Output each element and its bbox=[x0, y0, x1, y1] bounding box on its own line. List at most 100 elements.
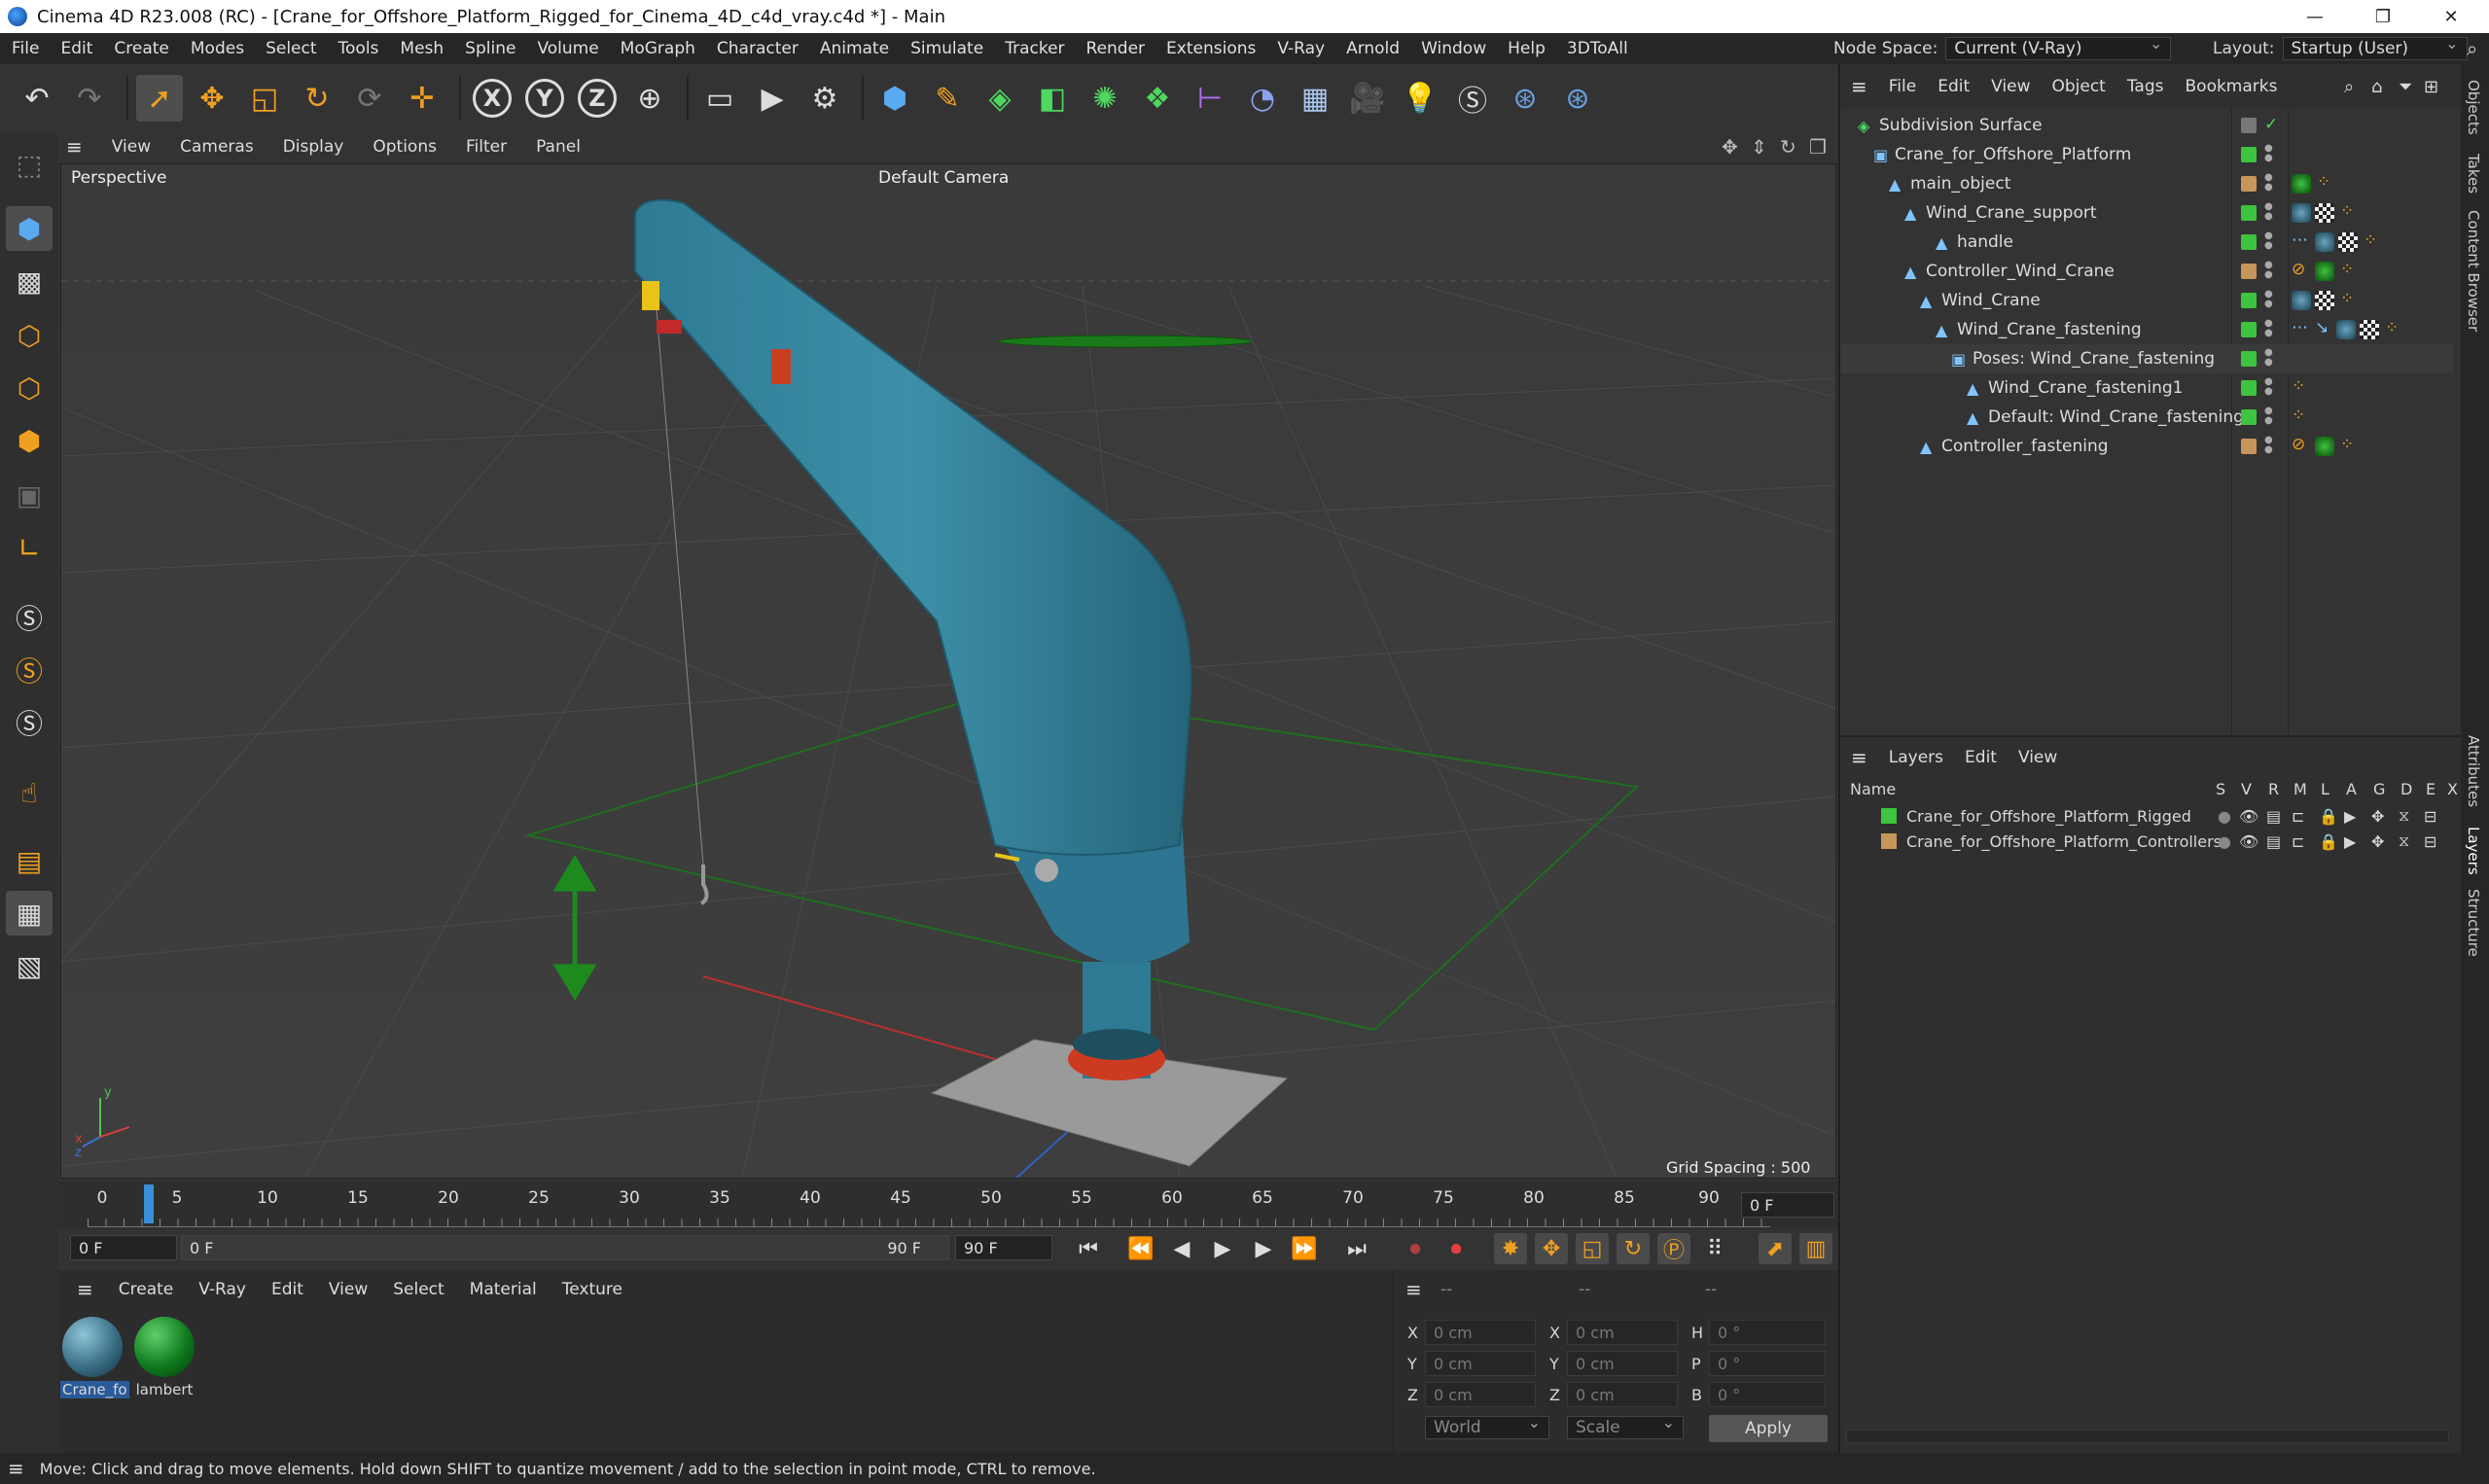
rot-b-field[interactable]: 0 ° bbox=[1709, 1382, 1826, 1407]
select-cursor-icon[interactable]: ➚ bbox=[136, 75, 183, 122]
key-rotation-icon[interactable]: ↻ bbox=[1617, 1233, 1650, 1264]
generator-icon[interactable]: ✥ bbox=[2371, 807, 2384, 826]
om-menu-view[interactable]: View bbox=[1980, 77, 2041, 96]
generator-icon[interactable]: ✥ bbox=[2371, 832, 2384, 851]
floor-icon[interactable]: ▦ bbox=[1292, 75, 1338, 122]
viewport-move-icon[interactable]: ✥ bbox=[1722, 135, 1738, 159]
home-icon[interactable]: ⌂ bbox=[2371, 77, 2382, 97]
constraint-tag-icon[interactable]: ⁘ bbox=[2292, 376, 2305, 396]
material-tag-icon[interactable] bbox=[2315, 232, 2334, 252]
current-frame-field[interactable]: 0 F bbox=[1741, 1192, 1834, 1218]
texture-tag-icon[interactable] bbox=[2360, 320, 2379, 339]
redo-icon[interactable]: ↷ bbox=[66, 75, 113, 122]
menu-spline[interactable]: Spline bbox=[454, 39, 526, 58]
layer-row[interactable]: Crane_for_Offshore_Platform_Rigged ● 👁 ▤… bbox=[1840, 803, 2453, 829]
size-x-field[interactable]: 0 cm bbox=[1567, 1320, 1678, 1345]
vray-icon[interactable]: Ⓢ bbox=[1449, 75, 1496, 122]
hamburger-icon[interactable]: ≡ bbox=[1840, 746, 1878, 769]
menu-tracker[interactable]: Tracker bbox=[994, 39, 1075, 58]
edge-mode-icon[interactable]: ⬡ bbox=[6, 366, 53, 410]
object-row[interactable]: ▲ Wind_Crane ● ● ⁘ bbox=[1840, 286, 2453, 315]
texture-tag-icon[interactable] bbox=[2315, 203, 2334, 223]
visibility-dots[interactable]: ● ● bbox=[2264, 202, 2273, 222]
layer-color-box[interactable] bbox=[2241, 351, 2257, 367]
cloner-icon[interactable]: ✺ bbox=[1082, 75, 1128, 122]
layer-color-box[interactable] bbox=[2241, 322, 2257, 337]
menu-volume[interactable]: Volume bbox=[526, 39, 609, 58]
layer-color-box[interactable] bbox=[2241, 293, 2257, 308]
size-z-field[interactable]: 0 cm bbox=[1567, 1382, 1678, 1407]
expression-icon[interactable]: ⊟ bbox=[2424, 832, 2436, 851]
object-row[interactable]: ◈ Subdivision Surface ✓ bbox=[1840, 111, 2453, 140]
polygon-mode-icon[interactable]: ⬢ bbox=[6, 418, 53, 463]
move-icon[interactable]: ✥ bbox=[189, 75, 235, 122]
rot-p-field[interactable]: 0 ° bbox=[1709, 1351, 1826, 1376]
tab-content-browser[interactable]: Content Browser bbox=[2465, 210, 2482, 332]
material-menu-vray[interactable]: V-Ray bbox=[186, 1280, 259, 1299]
node-space-dropdown[interactable]: Current (V-Ray) bbox=[1945, 34, 2172, 60]
object-row[interactable]: ▲ Default: Wind_Crane_fastening ● ● ⁘ bbox=[1840, 403, 2453, 432]
prev-key-icon[interactable]: ⏪ bbox=[1124, 1233, 1157, 1264]
viewport-zoom-icon[interactable]: ⇕ bbox=[1751, 135, 1767, 159]
model-mode-icon[interactable]: ⬢ bbox=[6, 206, 53, 251]
light-icon[interactable]: 💡 bbox=[1397, 75, 1443, 122]
coord-transform-dropdown[interactable]: Scale bbox=[1567, 1413, 1684, 1439]
object-row[interactable]: ▲ Wind_Crane_fastening ● ● ⋯ ↘ ⁘ bbox=[1840, 315, 2453, 344]
viewport-menu-view[interactable]: View bbox=[97, 137, 165, 157]
rotate-icon[interactable]: ↻ bbox=[294, 75, 340, 122]
layer-menu-layers[interactable]: Layers bbox=[1878, 748, 1954, 767]
3d-viewport[interactable]: y x z Perspective Default Camera Grid Sp… bbox=[60, 163, 1836, 1179]
menu-file[interactable]: File bbox=[0, 39, 50, 58]
search-icon[interactable]: ⌕ bbox=[2467, 33, 2477, 64]
visibility-dots[interactable]: ● ● bbox=[2264, 231, 2273, 251]
subdivision-icon[interactable]: ◈ bbox=[977, 75, 1023, 122]
snap-settings-icon[interactable]: Ⓢ bbox=[6, 648, 53, 692]
menu-mesh[interactable]: Mesh bbox=[389, 39, 454, 58]
render-icon[interactable]: ▤ bbox=[2266, 832, 2281, 851]
protection-tag-icon[interactable]: ⊘ bbox=[2292, 435, 2305, 454]
recent-tool-icon[interactable]: ⟳ bbox=[346, 75, 393, 122]
layer-color-box[interactable] bbox=[2241, 205, 2257, 221]
pose-tag-icon[interactable]: ↘ bbox=[2315, 318, 2329, 337]
search-icon[interactable]: ⌕ bbox=[2344, 77, 2354, 97]
key-pla-icon[interactable]: ⠿ bbox=[1698, 1233, 1731, 1264]
animation-icon[interactable]: ▶ bbox=[2344, 832, 2356, 851]
layer-color-box[interactable] bbox=[2241, 439, 2257, 454]
key-scale-icon[interactable]: ◱ bbox=[1576, 1233, 1609, 1264]
material-menu-texture[interactable]: Texture bbox=[550, 1280, 635, 1299]
hamburger-icon[interactable]: ≡ bbox=[64, 1278, 106, 1301]
visibility-dots[interactable]: ● ● bbox=[2264, 406, 2273, 426]
animation-icon[interactable]: ▶ bbox=[2344, 807, 2356, 826]
material-menu-edit[interactable]: Edit bbox=[259, 1280, 316, 1299]
hamburger-icon[interactable]: ≡ bbox=[1840, 75, 1878, 98]
material-tag-icon[interactable] bbox=[2336, 320, 2356, 339]
point-mode-icon[interactable]: ⬡ bbox=[6, 313, 53, 358]
workplane-icon[interactable]: ▤ bbox=[6, 838, 53, 883]
visibility-dots[interactable]: ● ● bbox=[2264, 319, 2273, 338]
om-menu-edit[interactable]: Edit bbox=[1927, 77, 1980, 96]
add-icon[interactable]: ✛ bbox=[399, 75, 445, 122]
constraint-tag-icon[interactable]: ⁘ bbox=[2292, 406, 2305, 425]
x-axis-icon[interactable]: X bbox=[469, 75, 516, 122]
apply-button[interactable]: Apply bbox=[1709, 1415, 1828, 1442]
menu-help[interactable]: Help bbox=[1497, 39, 1556, 58]
object-row[interactable]: ▲ Wind_Crane_support ● ● ⁘ bbox=[1840, 198, 2453, 228]
record-icon[interactable]: ⏺ bbox=[1399, 1233, 1432, 1264]
material-tag-icon[interactable] bbox=[2315, 437, 2334, 456]
end-frame-field[interactable]: 90 F bbox=[955, 1235, 1052, 1260]
next-key-icon[interactable]: ⏩ bbox=[1288, 1233, 1321, 1264]
coordinate-system-icon[interactable]: ⊕ bbox=[626, 75, 673, 122]
start-frame-field[interactable]: 0 F bbox=[70, 1235, 177, 1260]
next-frame-icon[interactable]: ▶ bbox=[1247, 1233, 1280, 1264]
render-region-icon[interactable]: ▭ bbox=[696, 75, 743, 122]
render-settings-icon[interactable]: ⚙ bbox=[801, 75, 848, 122]
protection-tag-icon[interactable]: ⊘ bbox=[2292, 260, 2305, 279]
planar-workplane-icon[interactable]: ▧ bbox=[6, 943, 53, 988]
hamburger-icon[interactable]: ≡ bbox=[1405, 1278, 1422, 1301]
bend-icon[interactable]: ⊢ bbox=[1187, 75, 1233, 122]
menu-3dtoall[interactable]: 3DToAll bbox=[1556, 39, 1639, 58]
undo-icon[interactable]: ↶ bbox=[14, 75, 60, 122]
solo-icon[interactable]: ● bbox=[2218, 832, 2231, 851]
menu-mograph[interactable]: MoGraph bbox=[610, 39, 706, 58]
render-view-icon[interactable]: ▶ bbox=[749, 75, 796, 122]
